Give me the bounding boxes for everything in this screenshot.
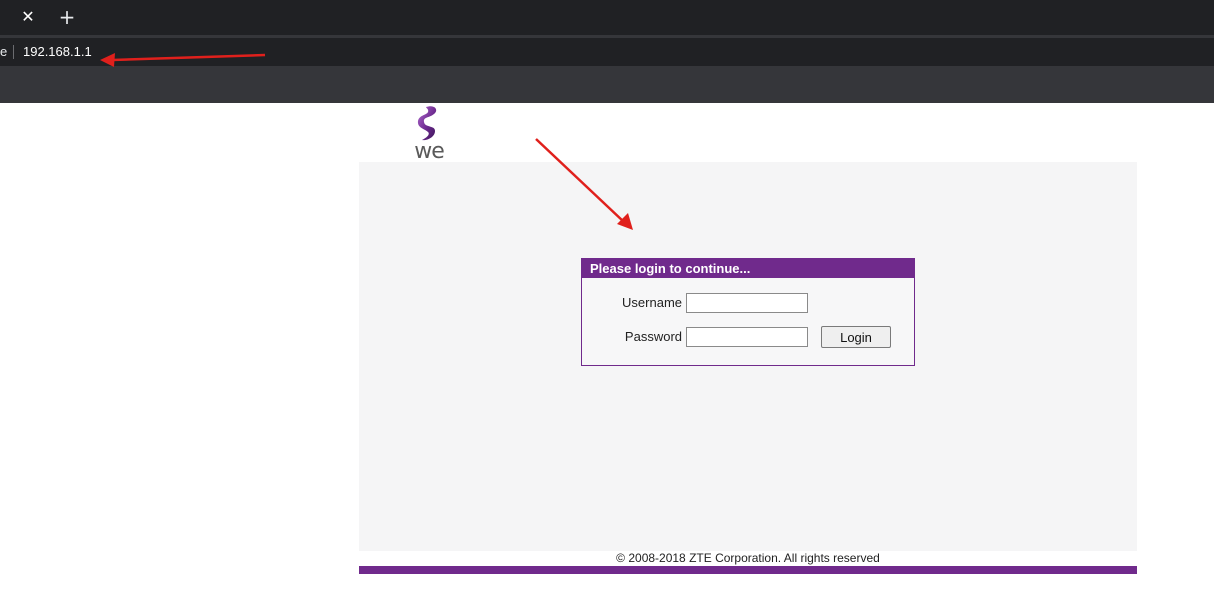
password-input[interactable] (686, 327, 808, 347)
new-tab-icon[interactable]: + (54, 4, 80, 30)
username-label: Username (622, 295, 682, 310)
close-tab-icon[interactable]: ✕ (16, 6, 40, 28)
omnibox-prefix: e (0, 44, 8, 59)
username-input[interactable] (686, 293, 808, 313)
screenshot: ✕ + e 192.168.1.1 we Please login to con… (0, 0, 1214, 599)
logo-text: we (414, 139, 445, 164)
browser-tab-strip: ✕ + (0, 0, 1214, 35)
omnibox-divider (13, 45, 14, 59)
password-label: Password (624, 329, 682, 344)
address-url[interactable]: 192.168.1.1 (23, 43, 92, 61)
bookmarks-bar (0, 67, 1214, 103)
login-button[interactable]: Login (821, 326, 891, 348)
address-bar[interactable]: e 192.168.1.1 (0, 38, 1214, 66)
login-box: Please login to continue... Username Pas… (581, 258, 915, 366)
login-header: Please login to continue... (582, 259, 914, 278)
we-logo-icon (417, 106, 437, 141)
we-logo: we (404, 104, 454, 164)
footer-bar (359, 566, 1137, 574)
copyright-text: © 2008-2018 ZTE Corporation. All rights … (616, 551, 880, 565)
